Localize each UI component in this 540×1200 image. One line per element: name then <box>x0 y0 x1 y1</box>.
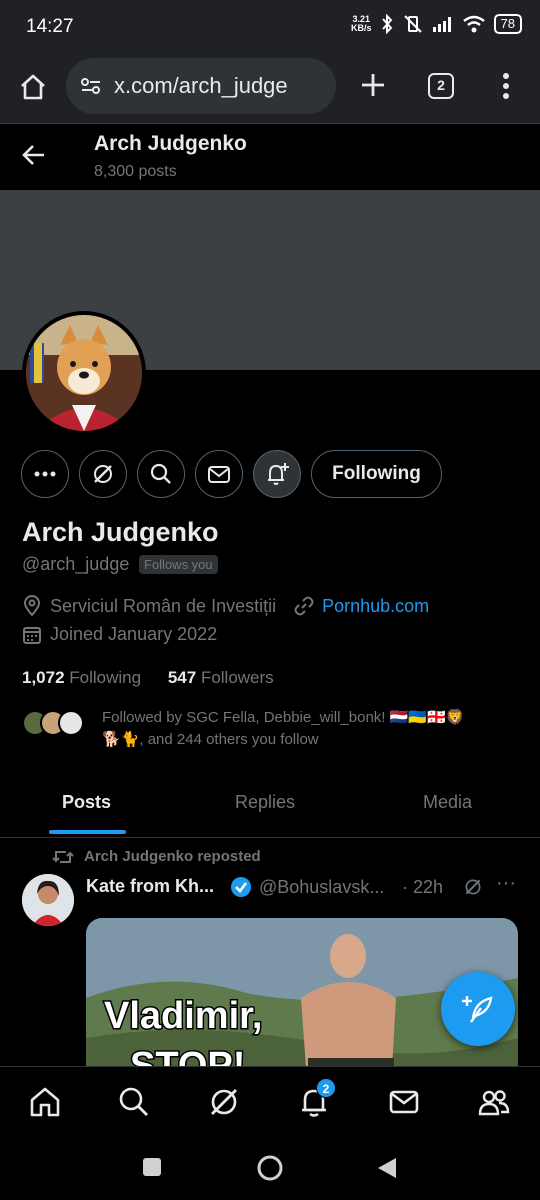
wifi-icon <box>462 15 485 33</box>
repost-indicator: Arch Judgenko reposted <box>52 848 261 865</box>
follows-you-badge: Follows you <box>139 555 218 574</box>
mail-icon <box>208 466 230 483</box>
compose-post-button[interactable] <box>441 972 515 1046</box>
system-navigation-bar <box>0 1136 540 1200</box>
status-time: 14:27 <box>26 16 74 37</box>
svg-text:Vladimir,: Vladimir, <box>104 995 262 1037</box>
more-horizontal-icon <box>34 471 56 477</box>
battery-indicator: 78 <box>493 14 522 34</box>
more-options-button[interactable] <box>21 450 69 498</box>
notifications-toggle-button[interactable] <box>253 450 301 498</box>
header-post-count: 8,300 posts <box>94 163 177 180</box>
post-author-handle[interactable]: @Bohuslavsk... <box>259 877 384 898</box>
bluetooth-icon <box>381 14 392 34</box>
network-speed: 3.21 KB/s <box>351 14 372 33</box>
verified-badge-icon <box>231 877 251 897</box>
recents-button[interactable] <box>143 1158 161 1176</box>
avatar-image <box>26 315 142 431</box>
message-button[interactable] <box>195 450 243 498</box>
more-vert-icon[interactable] <box>500 72 512 100</box>
profile-tabs: Posts Replies Media <box>0 770 540 838</box>
profile-joined-date: Joined January 2022 <box>50 624 218 644</box>
grok-button[interactable] <box>79 450 127 498</box>
calendar-icon <box>23 626 41 644</box>
following-stat[interactable]: 1,072 Following <box>22 668 141 687</box>
following-button[interactable]: Following <box>311 450 442 498</box>
mute-vibrate-icon <box>403 15 422 33</box>
location-pin-icon <box>23 595 41 617</box>
header-title: Arch Judgenko <box>94 132 247 155</box>
link-icon <box>294 596 314 616</box>
post-timestamp[interactable]: · 22h <box>402 877 443 898</box>
search-icon <box>150 463 171 484</box>
url-text[interactable]: x.com/arch_judge <box>114 73 288 99</box>
follow-stats: 1,072 Following 547 Followers <box>22 668 274 688</box>
browser-toolbar: x.com/arch_judge 2 <box>0 54 540 124</box>
communities-icon[interactable] <box>477 1085 511 1119</box>
profile-location: Serviciul Român de Investiții <box>50 595 277 616</box>
profile-avatar[interactable] <box>22 311 146 435</box>
post-author-avatar[interactable] <box>22 874 74 926</box>
status-icons: 3.21 KB/s 78 <box>351 14 522 34</box>
tab-replies[interactable]: Replies <box>235 792 295 813</box>
signal-icon <box>432 17 451 32</box>
tab-switcher-button[interactable]: 2 <box>428 73 454 99</box>
home-icon[interactable] <box>28 1085 62 1119</box>
profile-joined-row: Joined January 2022 <box>22 624 217 645</box>
tab-posts[interactable]: Posts <box>62 792 111 813</box>
new-tab-icon[interactable] <box>360 72 386 98</box>
site-settings-icon[interactable] <box>80 76 102 96</box>
repost-icon <box>52 850 74 863</box>
compose-feather-icon <box>462 996 493 1023</box>
follower-avatar[interactable] <box>58 710 84 736</box>
bell-plus-icon <box>268 463 289 485</box>
grok-icon[interactable] <box>207 1085 241 1119</box>
repost-text: Arch Judgenko reposted <box>84 848 261 865</box>
address-bar[interactable]: x.com/arch_judge <box>66 58 336 114</box>
home-icon[interactable] <box>18 72 48 102</box>
post-author-name[interactable]: Kate from Kh... <box>86 876 214 897</box>
grok-icon <box>94 465 112 483</box>
profile-meta-row: Serviciul Român de Investiții Pornhub.co… <box>22 595 429 617</box>
profile-handle: @arch_judge <box>22 554 130 574</box>
post-more-button[interactable]: ··· <box>496 872 516 895</box>
back-arrow-icon[interactable] <box>18 138 52 172</box>
tab-media[interactable]: Media <box>423 792 472 813</box>
notification-count-badge: 2 <box>316 1078 336 1098</box>
active-tab-indicator <box>49 830 126 834</box>
author-photo <box>22 874 74 926</box>
followers-stat[interactable]: 547 Followers <box>168 668 274 687</box>
grok-icon[interactable] <box>463 877 483 897</box>
followed-by-text[interactable]: Followed by SGC Fella, Debbie_will_bonk!… <box>102 707 522 751</box>
status-bar: 14:27 3.21 KB/s 78 <box>0 0 540 54</box>
home-circle-icon[interactable] <box>256 1154 284 1182</box>
messages-mail-icon[interactable] <box>387 1085 421 1119</box>
back-triangle-icon[interactable] <box>376 1156 398 1180</box>
profile-display-name: Arch Judgenko <box>22 517 219 547</box>
explore-search-icon[interactable] <box>117 1085 151 1119</box>
profile-website-link[interactable]: Pornhub.com <box>322 596 429 617</box>
search-profile-button[interactable] <box>137 450 185 498</box>
bottom-navigation <box>0 1066 540 1136</box>
